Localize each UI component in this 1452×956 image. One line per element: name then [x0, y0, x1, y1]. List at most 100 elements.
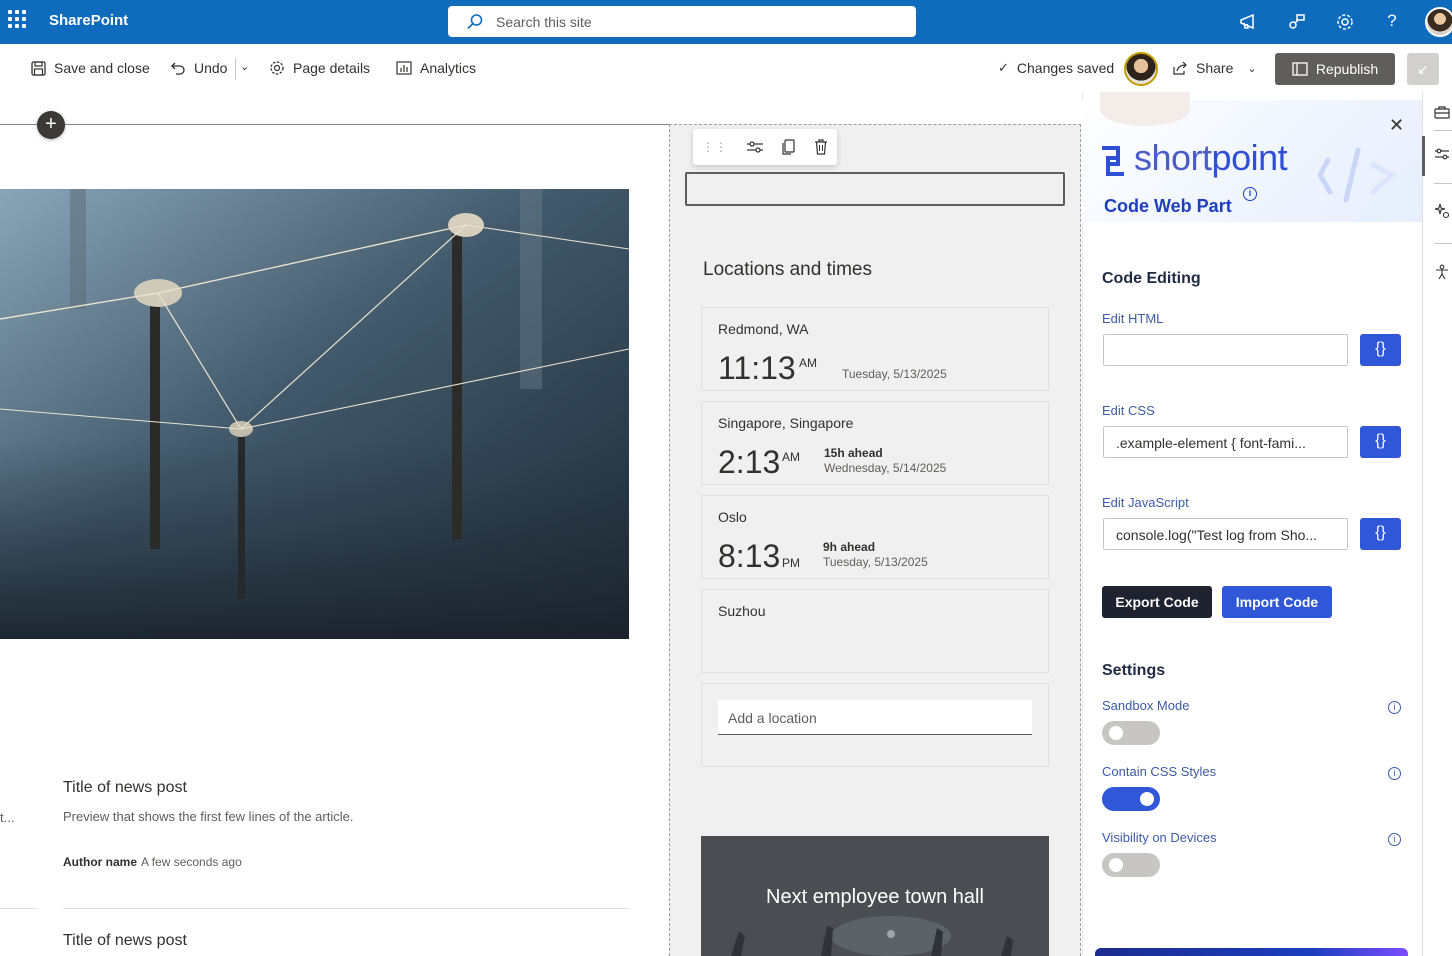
selected-webpart-outline[interactable]	[685, 172, 1065, 206]
location-card-redmond[interactable]: Redmond, WA 11:13 AM Tuesday, 5/13/2025	[701, 307, 1049, 391]
suite-bar: SharePoint Search this site ?	[0, 0, 1452, 44]
user-avatar[interactable]	[1425, 7, 1452, 37]
page-details-label: Page details	[293, 60, 371, 76]
edit-css-code-button[interactable]: {}	[1360, 426, 1401, 458]
visibility-label: Visibility on Devices	[1102, 830, 1217, 845]
location-card-suzhou[interactable]: Suzhou	[701, 589, 1049, 673]
changes-saved-label: Changes saved	[1016, 60, 1115, 76]
share-icon	[1173, 61, 1187, 75]
gear-icon	[270, 61, 284, 75]
location-city: Suzhou	[718, 603, 766, 619]
news-hero-image[interactable]	[0, 189, 629, 639]
location-city: Oslo	[718, 509, 747, 525]
location-city: Singapore, Singapore	[718, 415, 854, 431]
rail-separator	[1434, 243, 1452, 244]
collapse-icon[interactable]: ↙	[1407, 53, 1439, 85]
analytics-button[interactable]: Analytics	[396, 60, 476, 76]
contain-css-toggle[interactable]	[1102, 787, 1160, 811]
rail-separator	[1434, 130, 1452, 131]
edit-html-code-button[interactable]: {}	[1360, 334, 1401, 366]
rail-active-indicator	[1422, 136, 1425, 176]
accessibility-icon[interactable]	[1434, 264, 1450, 280]
sandbox-info-icon[interactable]: i	[1388, 701, 1401, 714]
save-icon	[31, 60, 46, 76]
checkmark-icon: ✓	[998, 60, 1009, 75]
share-button[interactable]: Share ⌄	[1172, 60, 1257, 76]
close-panel-icon[interactable]: ✕	[1389, 115, 1404, 136]
news-post-title-2[interactable]: Title of news post	[63, 932, 187, 950]
search-placeholder: Search this site	[496, 14, 592, 30]
location-card-oslo[interactable]: Oslo 8:13 PM 9h ahead Tuesday, 5/13/2025	[701, 495, 1049, 579]
app-launcher-icon[interactable]	[8, 10, 26, 28]
undo-button[interactable]: Undo	[170, 60, 227, 76]
location-date: Tuesday, 5/13/2025	[823, 555, 928, 569]
save-close-button[interactable]: Save and close	[31, 60, 150, 76]
news-post-preview: Preview that shows the first few lines o…	[63, 809, 354, 824]
export-code-button[interactable]: Export Code	[1102, 586, 1212, 618]
import-code-button[interactable]: Import Code	[1222, 586, 1332, 618]
drag-handle-icon[interactable]: ⋮⋮	[702, 140, 728, 154]
event-banner[interactable]: Next employee town hall	[701, 836, 1049, 956]
design-sparkle-icon[interactable]	[1434, 203, 1450, 219]
delete-trash-icon[interactable]	[814, 139, 828, 155]
location-time: 2:13	[718, 444, 781, 480]
location-offset: 15h ahead	[824, 446, 883, 460]
edit-html-field[interactable]	[1103, 334, 1348, 366]
book-icon	[1292, 62, 1308, 76]
webpart-toolbar: ⋮⋮	[693, 129, 837, 165]
location-ampm: AM	[799, 356, 817, 370]
truncated-text: t...	[0, 810, 15, 825]
properties-sliders-icon[interactable]	[1434, 147, 1450, 161]
visibility-info-icon[interactable]: i	[1388, 833, 1401, 846]
page-details-button[interactable]: Page details	[269, 60, 370, 76]
edit-js-code-button[interactable]: {}	[1360, 518, 1401, 550]
location-ampm: AM	[782, 450, 800, 464]
republish-button[interactable]: Republish	[1275, 53, 1395, 85]
sandbox-mode-toggle[interactable]	[1102, 721, 1160, 745]
location-ampm: PM	[782, 556, 800, 570]
connections-icon[interactable]	[1286, 11, 1308, 33]
undo-dropdown-chevron-down-icon[interactable]: ⌄	[240, 60, 249, 73]
promo-banner-edge	[1095, 948, 1408, 956]
panel-title: Code Web Part	[1104, 196, 1232, 216]
edit-css-label: Edit CSS	[1102, 403, 1155, 418]
edit-css-field[interactable]: .example-element { font-fami...	[1103, 426, 1348, 458]
share-label: Share	[1196, 60, 1234, 76]
location-city: Redmond, WA	[718, 321, 809, 337]
contain-css-label: Contain CSS Styles	[1102, 764, 1217, 779]
search-box[interactable]: Search this site	[448, 6, 916, 37]
news-author[interactable]: Author name	[63, 855, 137, 869]
megaphone-icon[interactable]	[1238, 11, 1260, 33]
settings-heading: Settings	[1102, 662, 1166, 679]
duplicate-icon[interactable]	[782, 139, 796, 155]
side-rail	[1422, 92, 1452, 956]
panel-info-icon[interactable]: i	[1243, 187, 1257, 201]
settings-gear-icon[interactable]	[1334, 11, 1356, 33]
toolbox-icon[interactable]	[1434, 105, 1450, 119]
visibility-toggle[interactable]	[1102, 853, 1160, 877]
add-location-input[interactable]: Add a location	[718, 700, 1032, 735]
location-date: Wednesday, 5/14/2025	[824, 461, 947, 475]
help-icon[interactable]: ?	[1381, 11, 1403, 33]
rail-separator	[1434, 183, 1452, 184]
edit-html-label: Edit HTML	[1102, 311, 1164, 326]
undo-icon	[171, 62, 185, 75]
share-chevron-down-icon: ⌄	[1247, 62, 1257, 75]
undo-label: Undo	[194, 60, 228, 76]
location-date: Tuesday, 5/13/2025	[842, 367, 947, 381]
edit-js-field[interactable]: console.log("Test log from Sho...	[1103, 518, 1348, 550]
contain-css-info-icon[interactable]: i	[1388, 767, 1401, 780]
location-offset: 9h ahead	[823, 540, 876, 554]
republish-label: Republish	[1315, 61, 1379, 77]
add-section-plus-icon[interactable]: +	[37, 111, 65, 139]
section-divider	[0, 124, 669, 125]
app-name[interactable]: SharePoint	[49, 12, 128, 29]
editor-avatar[interactable]	[1124, 52, 1158, 86]
location-card-singapore[interactable]: Singapore, Singapore 2:13 AM 15h ahead W…	[701, 401, 1049, 485]
edit-js-label: Edit JavaScript	[1102, 495, 1189, 510]
news-post-title[interactable]: Title of news post	[63, 779, 187, 797]
world-clock-heading: Locations and times	[703, 259, 872, 280]
edit-properties-icon[interactable]	[746, 140, 764, 154]
undo-divider	[235, 58, 236, 80]
pins-string-image	[0, 189, 629, 639]
